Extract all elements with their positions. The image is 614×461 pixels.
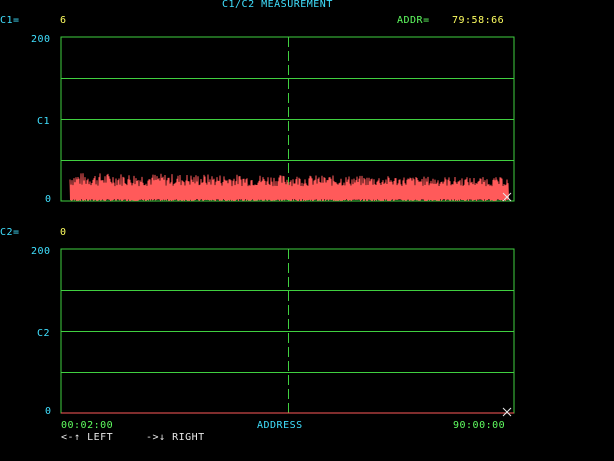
end-cursor-icon xyxy=(502,407,512,417)
measurement-plots xyxy=(60,36,515,417)
c1-signal-trace xyxy=(69,173,509,202)
